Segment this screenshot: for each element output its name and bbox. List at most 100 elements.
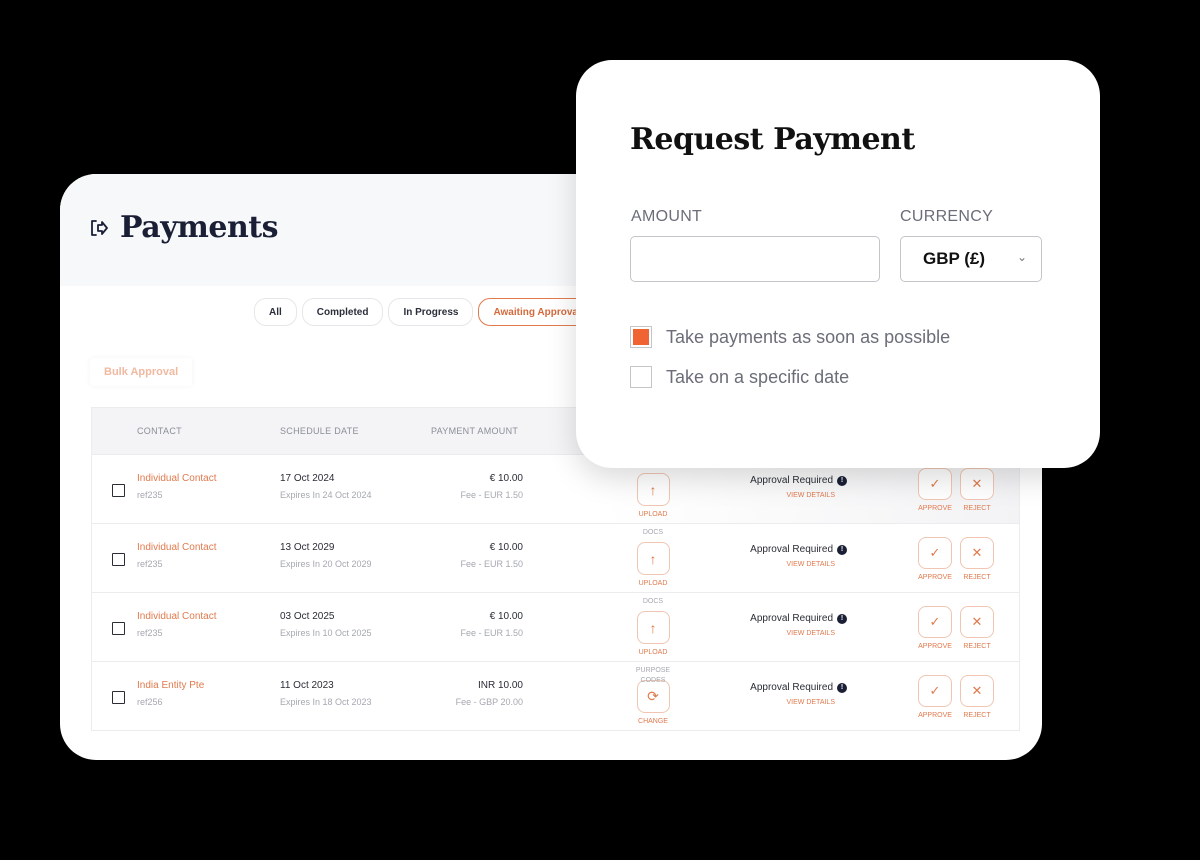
status-filter-tabs: All Completed In Progress Awaiting Appro… [254,298,596,326]
info-icon[interactable]: ! [837,613,847,624]
payment-fee: Fee - EUR 1.50 [460,490,523,500]
doc-action-label[interactable]: UPLOAD [623,649,683,656]
option-specific-date[interactable]: Take on a specific date [630,366,849,388]
expiry-date: Expires In 24 Oct 2024 [280,490,372,500]
close-icon: ✕ [971,683,983,698]
tab-in-progress[interactable]: In Progress [388,298,474,326]
row-checkbox[interactable] [112,484,125,497]
amount-label: AMOUNT [631,208,703,225]
check-icon: ✓ [929,545,941,560]
upload-icon: ↑ [649,481,657,498]
schedule-date: 17 Oct 2024 [280,473,335,484]
specific-date-checkbox[interactable] [630,366,652,388]
doc-action-label[interactable]: CHANGE [623,718,683,725]
contact-ref: ref235 [137,628,163,638]
view-details-link[interactable]: VIEW DETAILS [742,699,847,706]
approve-button[interactable]: ✓ [918,675,952,707]
option-asap[interactable]: Take payments as soon as possible [630,326,950,348]
approve-label[interactable]: APPROVE [918,505,952,512]
column-header-contact: CONTACT [137,426,182,436]
row-checkbox[interactable] [112,622,125,635]
request-payment-card: Request Payment AMOUNT CURRENCY GBP (£) … [576,60,1100,468]
doc-caption: DOCS [642,598,664,605]
expiry-date: Expires In 18 Oct 2023 [280,697,372,707]
contact-name[interactable]: Individual Contact [137,473,217,484]
approve-label[interactable]: APPROVE [918,574,952,581]
doc-caption: PURPOSE CODES [635,667,671,684]
currency-select[interactable]: GBP (£) ⌄ [900,236,1042,282]
currency-value: GBP (£) [923,249,986,268]
reject-button[interactable]: ✕ [960,468,994,500]
contact-ref: ref235 [137,490,163,500]
specific-date-label: Take on a specific date [666,366,850,387]
doc-caption: DOCS [642,529,664,536]
expiry-date: Expires In 20 Oct 2029 [280,559,372,569]
contact-ref: ref235 [137,559,163,569]
doc-action-button[interactable]: ↑ [636,611,670,644]
contact-name[interactable]: Individual Contact [137,611,217,622]
status-text: Approval Required [750,613,833,624]
doc-action-label[interactable]: UPLOAD [623,580,683,587]
view-details-link[interactable]: VIEW DETAILS [742,630,847,637]
approve-button[interactable]: ✓ [918,537,952,569]
reject-button[interactable]: ✕ [960,675,994,707]
payment-fee: Fee - EUR 1.50 [460,628,523,638]
chevron-down-icon: ⌄ [1016,250,1027,264]
reject-label[interactable]: REJECT [960,712,994,719]
payment-amount: € 10.00 [489,473,523,484]
payment-amount: INR 10.00 [477,680,523,691]
page-title: Payments [120,210,279,245]
doc-action-label[interactable]: UPLOAD [623,511,683,518]
table-row: Individual Contact ref235 13 Oct 2029 Ex… [92,524,1019,593]
reject-label[interactable]: REJECT [960,505,994,512]
close-icon: ✕ [971,476,983,491]
schedule-date: 11 Oct 2023 [280,680,334,691]
column-header-schedule-date: SCHEDULE DATE [280,426,359,436]
approve-button[interactable]: ✓ [918,606,952,638]
tab-completed[interactable]: Completed [301,298,384,326]
check-icon: ✓ [929,614,941,629]
check-icon: ✓ [929,476,941,491]
contact-name[interactable]: Individual Contact [137,542,217,553]
check-icon: ✓ [929,683,941,698]
reject-button[interactable]: ✕ [960,606,994,638]
upload-icon: ↑ [649,550,657,567]
info-icon[interactable]: ! [837,544,847,555]
view-details-link[interactable]: VIEW DETAILS [742,561,847,568]
amount-input[interactable] [630,236,880,282]
table-row: Individual Contact ref235 03 Oct 2025 Ex… [92,593,1019,662]
reject-label[interactable]: REJECT [960,574,994,581]
bulk-approval-button[interactable]: Bulk Approval [90,358,193,386]
approve-button[interactable]: ✓ [918,468,952,500]
info-icon[interactable]: ! [837,682,847,693]
asap-label: Take payments as soon as possible [666,326,951,347]
asap-checkbox[interactable] [630,326,652,348]
status-text: Approval Required [750,544,833,555]
row-checkbox[interactable] [112,553,125,566]
payment-fee: Fee - GBP 20.00 [455,697,523,707]
upload-icon: ↑ [649,619,657,636]
refresh-icon: ⟳ [647,688,659,704]
approve-label[interactable]: APPROVE [918,643,952,650]
status-text: Approval Required [750,475,833,486]
request-payment-title: Request Payment [630,122,915,157]
view-details-link[interactable]: VIEW DETAILS [742,492,847,499]
payment-amount: € 10.00 [489,611,523,622]
doc-action-button[interactable]: ↑ [636,542,670,575]
expiry-date: Expires In 10 Oct 2025 [280,628,372,638]
payment-fee: Fee - EUR 1.50 [460,559,523,569]
contact-name[interactable]: India Entity Pte [137,680,204,691]
close-icon: ✕ [971,545,983,560]
reject-label[interactable]: REJECT [960,643,994,650]
payment-amount: € 10.00 [489,542,523,553]
doc-action-button[interactable]: ↑ [636,473,670,506]
row-checkbox[interactable] [112,691,125,704]
reject-button[interactable]: ✕ [960,537,994,569]
info-icon[interactable]: ! [837,475,847,486]
logout-icon [88,217,110,239]
approve-label[interactable]: APPROVE [918,712,952,719]
table-row: India Entity Pte ref256 11 Oct 2023 Expi… [92,662,1019,730]
column-header-payment-amount: PAYMENT AMOUNT [431,426,519,436]
schedule-date: 13 Oct 2029 [280,542,335,553]
tab-all[interactable]: All [254,298,297,326]
